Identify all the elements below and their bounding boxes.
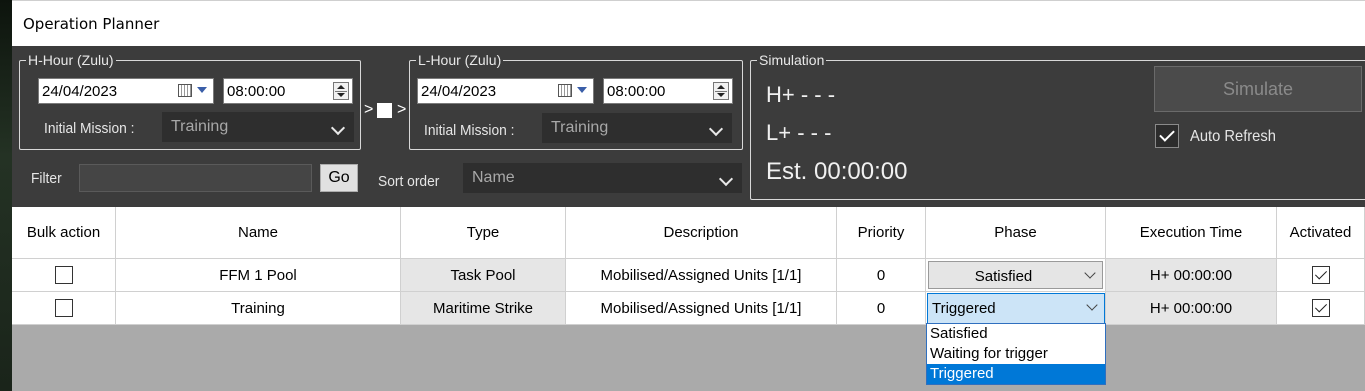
- chevron-down-icon: [708, 121, 724, 137]
- l-hour-time-field[interactable]: 08:00:00: [603, 78, 733, 104]
- checkmark-icon: [1314, 300, 1327, 313]
- table-row-1-phase-cell: Satisfied: [926, 259, 1106, 292]
- chevron-down-icon: [718, 171, 734, 187]
- col-header-type[interactable]: Type: [401, 207, 566, 259]
- h-hour-initial-mission-value: Training: [171, 118, 229, 135]
- table-row-2-execution-time: H+ 00:00:00: [1106, 292, 1277, 325]
- chevron-down-icon: [1086, 299, 1098, 311]
- table-row-1-priority: 0: [837, 259, 926, 292]
- table-row-1-execution-time: H+ 00:00:00: [1106, 259, 1277, 292]
- sort-order-label: Sort order: [378, 173, 440, 190]
- l-hour-date-value: 24/04/2023: [421, 83, 497, 100]
- l-plus-readout: L+ - - -: [766, 120, 832, 145]
- phase-value: Triggered: [932, 300, 996, 317]
- link-right-arrow: >: [397, 101, 407, 118]
- l-hour-legend: L-Hour (Zulu): [416, 52, 504, 68]
- phase-dropdown-list: Satisfied Waiting for trigger Triggered: [926, 323, 1106, 385]
- h-plus-readout: H+ - - -: [766, 82, 836, 107]
- h-hour-date-picker[interactable]: 24/04/2023: [38, 78, 214, 104]
- h-hour-date-value: 24/04/2023: [42, 83, 118, 100]
- table-row-2-phase-cell: Triggered: [926, 292, 1106, 325]
- l-hour-initial-mission-select[interactable]: Training: [542, 113, 732, 143]
- simulation-legend: Simulation: [757, 52, 827, 68]
- table-row-1-name: FFM 1 Pool: [116, 259, 401, 292]
- calendar-dropdown-icon[interactable]: [178, 83, 210, 99]
- h-hour-initial-mission-label: Initial Mission :: [44, 120, 135, 137]
- calendar-dropdown-icon[interactable]: [558, 83, 590, 99]
- desktop-background: [0, 0, 12, 391]
- table-row-2-priority: 0: [837, 292, 926, 325]
- phase-select[interactable]: Satisfied: [928, 261, 1103, 289]
- auto-refresh-label: Auto Refresh: [1190, 128, 1276, 145]
- h-hour-initial-mission-select[interactable]: Training: [162, 112, 354, 142]
- activated-checkbox[interactable]: [1311, 299, 1330, 317]
- col-header-name[interactable]: Name: [116, 207, 401, 259]
- table-row-2-name: Training: [116, 292, 401, 325]
- filter-input[interactable]: [79, 164, 312, 192]
- bulk-checkbox[interactable]: [54, 266, 73, 284]
- settings-panel: H-Hour (Zulu) 24/04/2023 08:00:00 Initia…: [12, 46, 1365, 206]
- phase-option-triggered[interactable]: Triggered: [927, 364, 1105, 384]
- go-button[interactable]: Go: [320, 164, 358, 192]
- phase-option-waiting-for-trigger[interactable]: Waiting for trigger: [927, 344, 1105, 364]
- col-header-priority[interactable]: Priority: [837, 207, 926, 259]
- table-row-1-type: Task Pool: [401, 259, 566, 292]
- bulk-checkbox[interactable]: [54, 299, 73, 317]
- hour-link-indicator: > >: [364, 101, 414, 121]
- h-hour-legend: H-Hour (Zulu): [26, 52, 116, 68]
- h-hour-time-value: 08:00:00: [227, 83, 286, 100]
- sort-order-select[interactable]: Name: [463, 163, 742, 193]
- operations-grid: Bulk action Name Type Description Priori…: [12, 207, 1365, 391]
- checkmark-icon: [1159, 126, 1175, 142]
- table-row-2-activated-cell: [1277, 292, 1365, 325]
- simulate-button[interactable]: Simulate: [1154, 66, 1362, 112]
- l-hour-date-picker[interactable]: 24/04/2023: [417, 78, 594, 104]
- time-spinner-icon[interactable]: [713, 82, 729, 100]
- title-bar: Operation Planner: [12, 0, 1365, 46]
- table-row-1-bulk-cell: [12, 259, 116, 292]
- checkmark-icon: [1314, 267, 1327, 280]
- filter-label: Filter: [31, 170, 62, 187]
- h-hour-time-field[interactable]: 08:00:00: [223, 78, 353, 104]
- phase-option-satisfied[interactable]: Satisfied: [927, 324, 1105, 344]
- chevron-down-icon: [330, 120, 346, 136]
- l-hour-time-value: 08:00:00: [607, 83, 666, 100]
- table-row-2-type: Maritime Strike: [401, 292, 566, 325]
- chevron-down-icon: [1084, 267, 1096, 279]
- phase-select-open[interactable]: Triggered: [927, 293, 1105, 324]
- activated-checkbox[interactable]: [1311, 266, 1330, 284]
- l-hour-initial-mission-value: Training: [551, 119, 609, 136]
- col-header-phase[interactable]: Phase: [926, 207, 1106, 259]
- table-row-2-description: Mobilised/Assigned Units [1/1]: [566, 292, 837, 325]
- auto-refresh-checkbox[interactable]: [1155, 124, 1179, 148]
- table-row-1-description: Mobilised/Assigned Units [1/1]: [566, 259, 837, 292]
- col-header-activated[interactable]: Activated: [1277, 207, 1365, 259]
- table-row-2-bulk-cell: [12, 292, 116, 325]
- window-title: Operation Planner: [23, 15, 160, 33]
- table-row-1-activated-cell: [1277, 259, 1365, 292]
- phase-value: Satisfied: [974, 268, 1033, 285]
- col-header-bulk-action[interactable]: Bulk action: [12, 207, 116, 259]
- estimate-readout: Est. 00:00:00: [766, 158, 908, 185]
- time-spinner-icon[interactable]: [333, 82, 349, 100]
- link-left-arrow: >: [364, 101, 374, 118]
- link-square-icon: [377, 103, 392, 118]
- col-header-execution-time[interactable]: Execution Time: [1106, 207, 1277, 259]
- sort-order-value: Name: [472, 169, 515, 186]
- l-hour-initial-mission-label: Initial Mission :: [424, 122, 515, 139]
- col-header-description[interactable]: Description: [566, 207, 837, 259]
